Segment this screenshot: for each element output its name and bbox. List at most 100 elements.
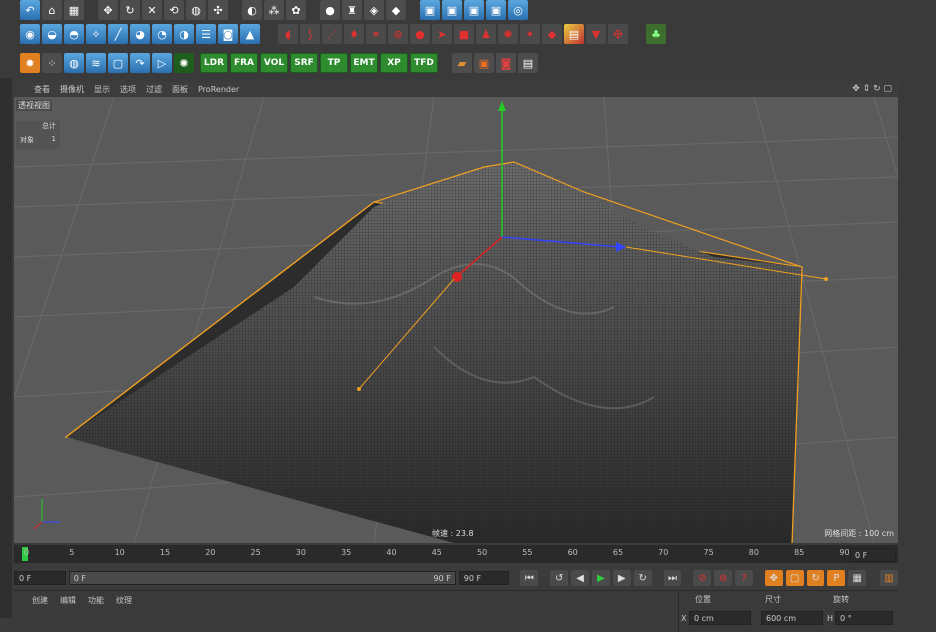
menu-edit[interactable]: 编辑 [60, 595, 76, 606]
play-forward-icon[interactable]: ▷ [152, 53, 172, 73]
next-key-icon[interactable]: ↻ [633, 570, 652, 586]
menu-camera[interactable]: 摄像机 [60, 84, 84, 95]
layout-icon-5[interactable]: ◎ [508, 0, 528, 20]
grid-icon[interactable]: ▦ [64, 0, 84, 20]
home-icon[interactable]: ⌂ [42, 0, 62, 20]
next-frame-icon[interactable]: ▶ [612, 570, 631, 586]
magnet-icon[interactable]: ◖ [278, 24, 298, 44]
menu-options[interactable]: 选项 [120, 84, 136, 95]
menu-function[interactable]: 功能 [88, 595, 104, 606]
pinwheel-icon[interactable]: ✠ [608, 24, 628, 44]
bomb-icon[interactable]: ● [320, 0, 340, 20]
undo-icon[interactable]: ↶ [20, 0, 40, 20]
cloth-icon[interactable]: ✦ [520, 24, 540, 44]
select-icon[interactable]: ◉ [20, 24, 40, 44]
spike-icon[interactable]: ✺ [498, 24, 518, 44]
h-rotation-field[interactable]: 0 ° [835, 611, 893, 625]
layout-icon-2[interactable]: ▣ [442, 0, 462, 20]
timeline-ruler[interactable]: 0 5 10 15 20 25 30 35 40 45 50 55 60 65 70 75 80 85 90 [14, 545, 898, 563]
record-icon[interactable]: ⊘ [693, 570, 712, 586]
brush-icon[interactable]: ◒ [42, 24, 62, 44]
layout-icon-4[interactable]: ▣ [486, 0, 506, 20]
document-icon[interactable]: ▤ [518, 53, 538, 73]
menu-create[interactable]: 创建 [32, 595, 48, 606]
axis-icon[interactable]: ⟲ [164, 0, 184, 20]
scale-icon[interactable]: ✕ [142, 0, 162, 20]
grid-key-icon[interactable]: ▦ [848, 570, 867, 586]
fish-icon[interactable]: ➤ [432, 24, 452, 44]
layout-icon-3[interactable]: ▣ [464, 0, 484, 20]
cube-icon[interactable]: ■ [454, 24, 474, 44]
bridge-icon[interactable]: ◑ [174, 24, 194, 44]
film-icon[interactable]: ▥ [880, 570, 898, 586]
ldr-button[interactable]: LDR [200, 53, 228, 73]
funnel-icon[interactable]: ▼ [586, 24, 606, 44]
menu-prorender[interactable]: ProRender [198, 85, 239, 94]
gear-icon[interactable]: ✹ [20, 53, 40, 73]
hair-icon[interactable]: ≋ [86, 53, 106, 73]
param-key-icon[interactable]: P [827, 570, 846, 586]
loop-icon[interactable]: ☰ [196, 24, 216, 44]
sphere-icon[interactable]: ✣ [208, 0, 228, 20]
fra-button[interactable]: FRA [230, 53, 258, 73]
plant-icon[interactable]: ♣ [646, 24, 666, 44]
x-handle-point[interactable] [357, 387, 361, 391]
package-icon[interactable]: ▰ [452, 53, 472, 73]
move-key-icon[interactable]: ✥ [764, 570, 783, 586]
leaf-icon[interactable]: ◆ [542, 24, 562, 44]
flatten-icon[interactable]: ✶ [366, 24, 386, 44]
grab-icon[interactable]: ⊛ [388, 24, 408, 44]
particles-icon[interactable]: ⁘ [42, 53, 62, 73]
pin-icon[interactable]: ♦ [344, 24, 364, 44]
triangle-icon[interactable]: ▲ [240, 24, 260, 44]
fire-icon[interactable]: ▣ [474, 53, 494, 73]
gradient-icon[interactable]: ▤ [564, 24, 584, 44]
pull-icon[interactable]: ⋰ [322, 24, 342, 44]
knife-icon[interactable]: ╱ [108, 24, 128, 44]
x-axis-arrow-icon[interactable] [452, 272, 462, 282]
tfd-button[interactable]: TFD [410, 53, 438, 73]
extrude-icon[interactable]: ◕ [130, 24, 150, 44]
y-axis-arrow-icon[interactable] [498, 101, 506, 111]
prev-frame-icon[interactable]: ◀ [571, 570, 589, 586]
tp-button[interactable]: TP [320, 53, 348, 73]
box-icon[interactable]: ▢ [108, 53, 128, 73]
figure-icon[interactable]: ♜ [342, 0, 362, 20]
move-icon[interactable]: ✥ [98, 0, 118, 20]
camera-icon[interactable]: ◙ [496, 53, 516, 73]
inflate-icon[interactable]: ● [410, 24, 430, 44]
end-frame-field[interactable]: 90 F [458, 571, 509, 585]
rotate-icon[interactable]: ↻ [120, 0, 140, 20]
help-key-icon[interactable]: ? [735, 570, 753, 586]
emt-button[interactable]: EMT [350, 53, 378, 73]
shield-icon[interactable]: ◆ [386, 0, 406, 20]
frame-range-slider[interactable]: 0 F 90 F [68, 571, 456, 585]
perspective-viewport[interactable]: 透视视图 总计 对象 1 帧速 : 23.8 网格间距 : 100 cm [14, 97, 898, 543]
render-icon[interactable]: ◐ [242, 0, 262, 20]
menu-filter[interactable]: 过滤 [146, 84, 162, 95]
smooth-icon[interactable]: ⟆ [300, 24, 320, 44]
scale-key-icon[interactable]: ▢ [785, 570, 804, 586]
xp-button[interactable]: XP [380, 53, 408, 73]
weld-icon[interactable]: ◙ [218, 24, 238, 44]
current-frame-field[interactable]: 0 F [850, 548, 896, 562]
light-icon[interactable]: ◍ [186, 0, 206, 20]
viewport-nav-icons[interactable]: ✥ ⇕ ↻ ▢ [852, 84, 892, 94]
sun-icon[interactable]: ✺ [174, 53, 194, 73]
menu-texture[interactable]: 纹理 [116, 595, 132, 606]
wand-icon[interactable]: ✧ [86, 24, 106, 44]
deformer-icon[interactable]: ◈ [364, 0, 384, 20]
go-to-start-icon[interactable]: ⏮ [520, 570, 539, 586]
auto-key-icon[interactable]: ⊚ [714, 570, 733, 586]
vol-button[interactable]: VOL [260, 53, 288, 73]
x-size-field[interactable]: 600 cm [761, 611, 823, 625]
z-handle-point[interactable] [824, 277, 828, 281]
go-to-end-icon[interactable]: ⏭ [663, 570, 682, 586]
bucket-icon[interactable]: ◓ [64, 24, 84, 44]
prev-key-icon[interactable]: ↺ [550, 570, 569, 586]
settings-icon[interactable]: ✿ [286, 0, 306, 20]
arrow-icon[interactable]: ↷ [130, 53, 150, 73]
start-frame-field[interactable]: 0 F [14, 571, 66, 585]
effect-icon[interactable]: ⁂ [264, 0, 284, 20]
menu-view[interactable]: 查看 [34, 84, 50, 95]
